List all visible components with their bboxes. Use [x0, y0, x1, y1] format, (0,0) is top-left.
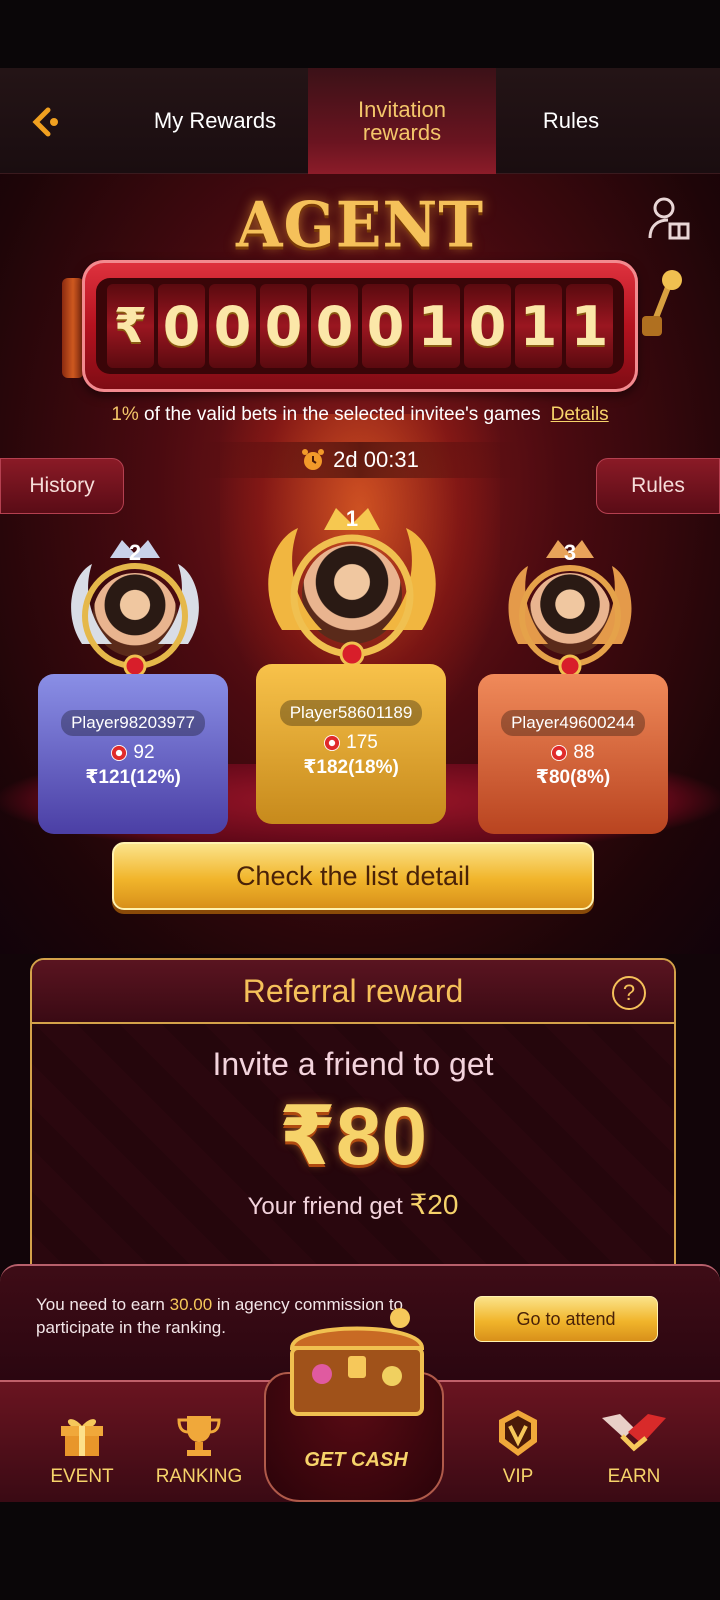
nav-event[interactable]: EVENT — [30, 1382, 134, 1504]
player-score: 92 — [111, 742, 155, 764]
trophy-icon — [177, 1416, 221, 1456]
jackpot-digit: 0 — [464, 284, 511, 368]
jackpot-digit: 1 — [413, 284, 460, 368]
dynamite-icon — [62, 278, 84, 378]
tab-rules[interactable]: Rules — [496, 68, 646, 174]
nav-earn[interactable]: EARN — [572, 1382, 696, 1504]
player-score: 88 — [551, 742, 595, 764]
referral-card: Referral reward ? Invite a friend to get… — [30, 958, 676, 1278]
referral-amount: ₹80 — [278, 1091, 428, 1182]
jackpot-digit: 0 — [260, 284, 307, 368]
podium-rank-3: Player49600244 88 ₹80(8%) — [478, 674, 668, 834]
rank-3-avatar-frame: 3 — [502, 532, 638, 682]
podium-rank-2: Player98203977 92 ₹121(12%) — [38, 674, 228, 834]
jackpot-section: AGENT JACKPOT ₹ 0 0 0 0 0 1 0 1 1 1% of … — [0, 174, 720, 954]
rules-side-button[interactable]: Rules — [596, 458, 720, 514]
chip-icon — [551, 745, 568, 761]
player-amount: ₹182(18%) — [303, 757, 399, 778]
jackpot-counter: ₹ 0 0 0 0 0 1 0 1 1 — [82, 260, 638, 392]
go-to-attend-button[interactable]: Go to attend — [474, 1296, 658, 1342]
top-tab-bar: My Rewards Invitation rewards Rules — [0, 68, 720, 174]
user-gift-icon[interactable] — [648, 196, 690, 242]
jackpot-digit: 1 — [566, 284, 613, 368]
chip-icon — [324, 735, 341, 751]
vip-badge-icon — [499, 1410, 537, 1456]
check-list-detail-button[interactable]: Check the list detail — [112, 842, 594, 910]
tab-my-rewards[interactable]: My Rewards — [120, 68, 310, 174]
rank-number: 2 — [128, 540, 142, 565]
gift-icon — [61, 1419, 103, 1456]
jackpot-digit: 0 — [158, 284, 205, 368]
rank-number: 1 — [345, 506, 359, 531]
friend-reward-text: Your friend get ₹20 — [247, 1189, 459, 1220]
countdown-timer: 2d 00:31 — [200, 442, 520, 478]
question-icon[interactable]: ? — [612, 976, 646, 1010]
referral-title: Referral reward — [242, 972, 464, 1009]
alarm-clock-icon — [302, 449, 325, 470]
player-name: Player49600244 — [501, 710, 645, 736]
podium-rank-1: Player58601189 175 ₹182(18%) — [256, 664, 446, 824]
player-name: Player98203977 — [61, 710, 205, 736]
jackpot-digit: 0 — [209, 284, 256, 368]
nav-vip[interactable]: VIP — [468, 1382, 568, 1504]
player-name: Player58601189 — [279, 700, 423, 726]
status-bar-area — [0, 0, 720, 68]
back-arrow-icon — [32, 107, 58, 137]
back-button[interactable] — [26, 102, 66, 142]
rank-number: 3 — [563, 540, 577, 565]
treasure-chest-icon[interactable] — [282, 1304, 432, 1424]
invite-text: Invite a friend to get — [212, 1046, 494, 1082]
slot-lever-icon — [642, 270, 682, 336]
details-link[interactable]: Details — [551, 404, 609, 425]
rank-2-avatar-frame: 2 — [62, 534, 208, 684]
referral-header: Referral reward ? — [32, 960, 674, 1024]
currency-digit: ₹ — [107, 284, 154, 368]
nav-ranking[interactable]: RANKING — [144, 1382, 254, 1504]
jackpot-digit: 0 — [362, 284, 409, 368]
chip-icon — [111, 745, 128, 761]
jackpot-digit: 1 — [515, 284, 562, 368]
handshake-icon — [602, 1414, 666, 1452]
jackpot-note: 1% of the valid bets in the selected inv… — [111, 404, 609, 425]
player-amount: ₹121(12%) — [85, 767, 181, 788]
player-amount: ₹80(8%) — [535, 767, 611, 788]
player-score: 175 — [324, 732, 378, 754]
system-nav-area — [0, 1502, 720, 1600]
rank-1-avatar-frame: 1 — [260, 500, 444, 670]
history-button[interactable]: History — [0, 458, 124, 514]
tab-invitation-rewards[interactable]: Invitation rewards — [308, 68, 496, 174]
jackpot-digit: 0 — [311, 284, 358, 368]
